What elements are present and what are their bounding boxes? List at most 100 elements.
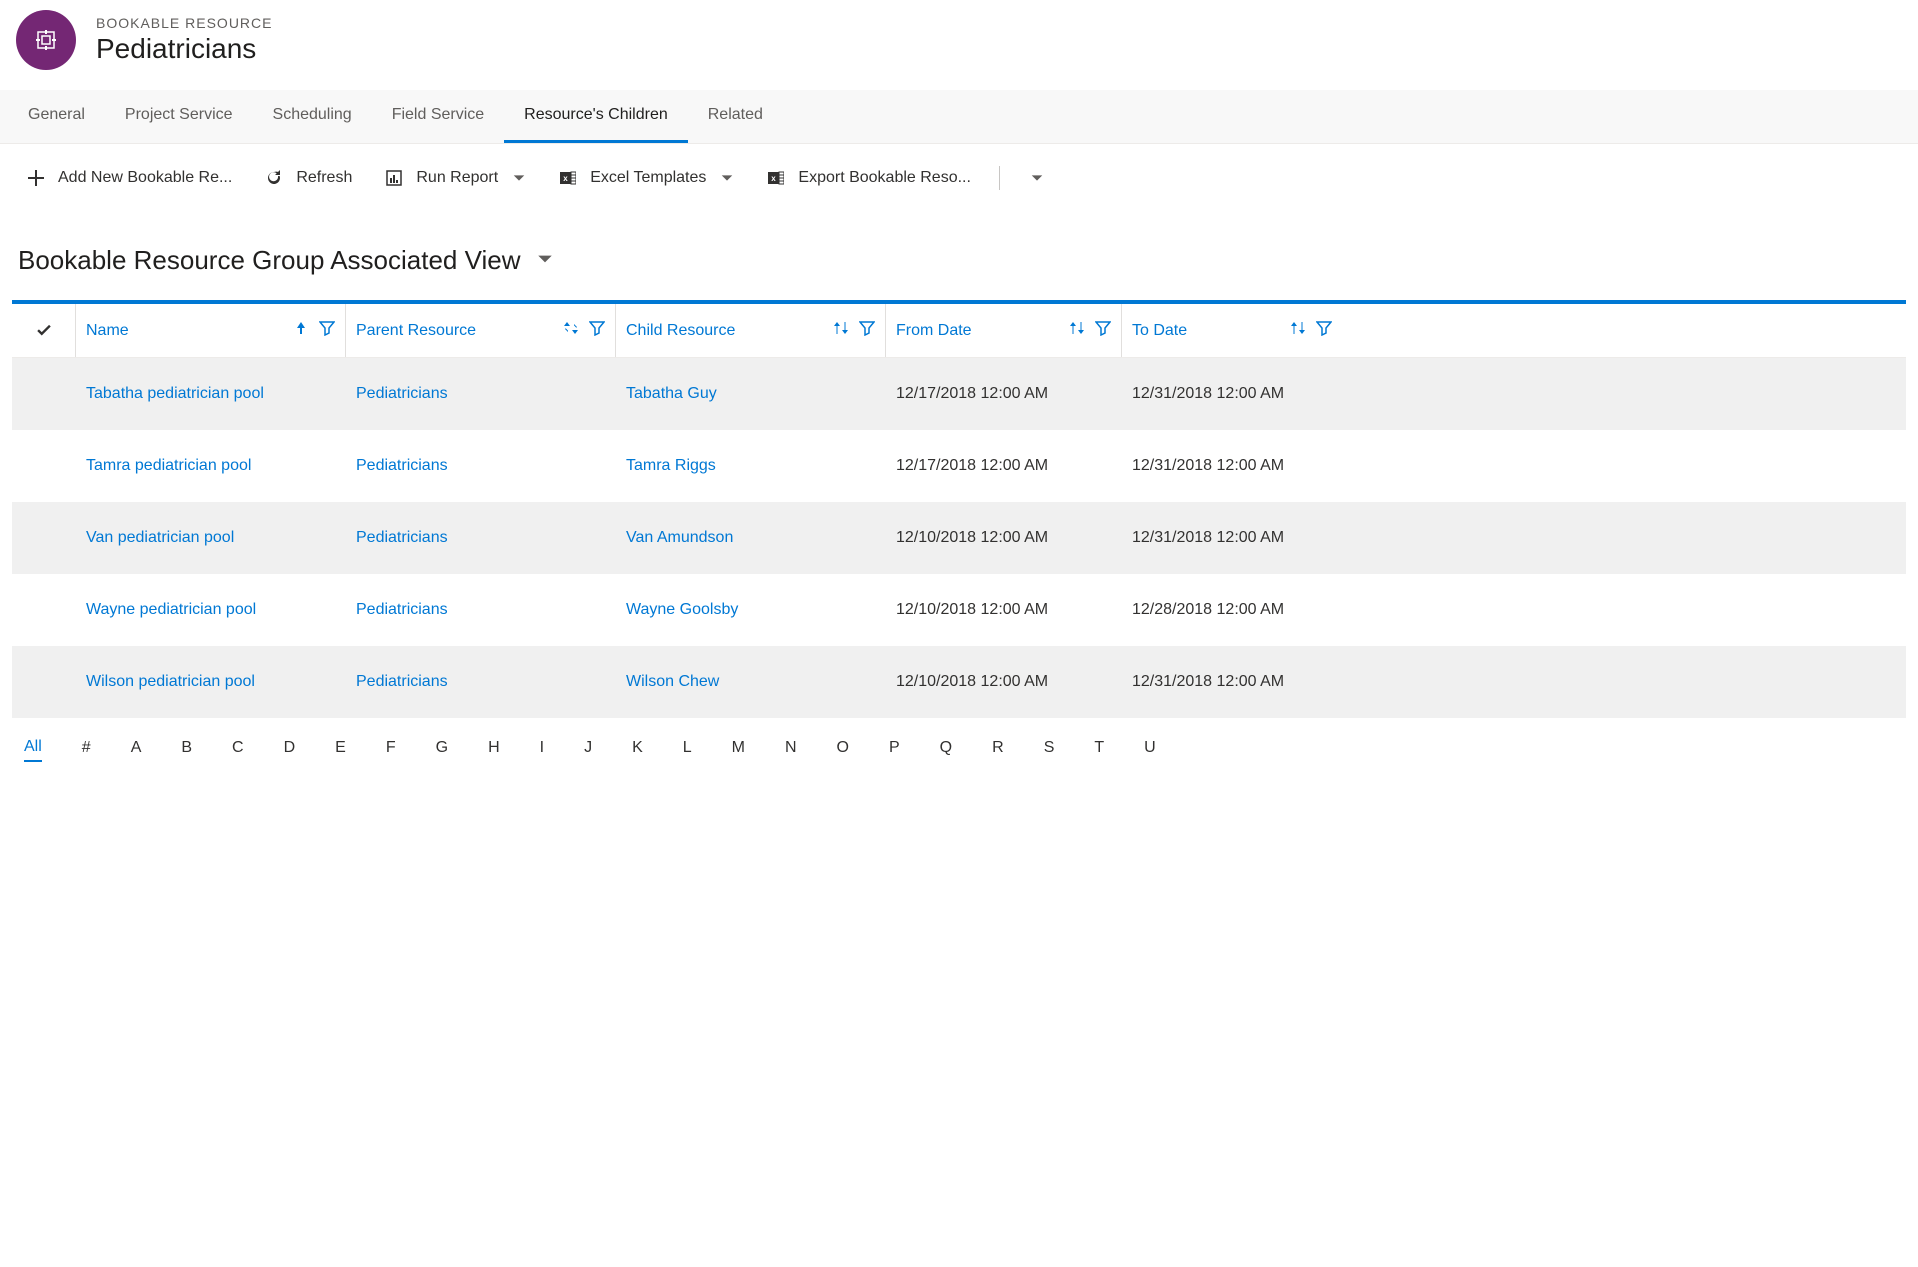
cell-parent-resource[interactable]: Pediatricians — [346, 673, 616, 691]
alpha-item[interactable]: S — [1044, 735, 1055, 761]
cell-child-resource[interactable]: Wayne Goolsby — [616, 601, 886, 619]
alpha-item[interactable]: C — [232, 735, 244, 761]
alpha-item[interactable]: J — [584, 735, 592, 761]
cell-child-resource[interactable]: Van Amundson — [616, 529, 886, 547]
chevron-down-icon — [536, 250, 554, 271]
record-header: BOOKABLE RESOURCE Pediatricians — [0, 0, 1918, 90]
alpha-item[interactable]: P — [889, 735, 900, 761]
filter-icon[interactable] — [1316, 320, 1332, 341]
excel-templates-label: Excel Templates — [590, 169, 706, 187]
table-row[interactable]: Wilson pediatrician pool Pediatricians W… — [12, 646, 1906, 718]
filter-icon[interactable] — [319, 320, 335, 341]
table-row[interactable]: Tamra pediatrician pool Pediatricians Ta… — [12, 430, 1906, 502]
toolbar-divider — [999, 166, 1000, 190]
column-header-from-date[interactable]: From Date — [886, 304, 1122, 357]
sort-asc-icon[interactable] — [293, 320, 309, 341]
sort-icon[interactable] — [1290, 320, 1306, 341]
overflow-button[interactable] — [1016, 163, 1056, 193]
alpha-item[interactable]: U — [1144, 735, 1156, 761]
alpha-item[interactable]: O — [837, 735, 849, 761]
column-header-name[interactable]: Name — [76, 304, 346, 357]
view-title: Bookable Resource Group Associated View — [18, 245, 520, 276]
column-label: From Date — [896, 322, 1059, 340]
refresh-icon — [264, 168, 284, 188]
cell-name[interactable]: Wilson pediatrician pool — [76, 673, 346, 691]
cell-to-date: 12/31/2018 12:00 AM — [1122, 385, 1342, 403]
column-header-to-date[interactable]: To Date — [1122, 304, 1342, 357]
svg-text:x: x — [563, 174, 568, 183]
alpha-item[interactable]: T — [1094, 735, 1104, 761]
sort-icon[interactable] — [833, 320, 849, 341]
cell-from-date: 12/10/2018 12:00 AM — [886, 601, 1122, 619]
cell-parent-resource[interactable]: Pediatricians — [346, 457, 616, 475]
cell-from-date: 12/17/2018 12:00 AM — [886, 457, 1122, 475]
cell-from-date: 12/10/2018 12:00 AM — [886, 673, 1122, 691]
add-new-button[interactable]: Add New Bookable Re... — [14, 160, 244, 196]
cell-child-resource[interactable]: Tamra Riggs — [616, 457, 886, 475]
filter-icon[interactable] — [589, 320, 605, 341]
tab-general[interactable]: General — [8, 90, 105, 143]
alpha-item[interactable]: D — [284, 735, 296, 761]
table-row[interactable]: Wayne pediatrician pool Pediatricians Wa… — [12, 574, 1906, 646]
alpha-item[interactable]: R — [992, 735, 1004, 761]
tab-field-service[interactable]: Field Service — [372, 90, 504, 143]
column-label: Name — [86, 322, 283, 340]
alpha-item[interactable]: All — [24, 734, 42, 762]
alpha-item[interactable]: Q — [940, 735, 952, 761]
table-row[interactable]: Van pediatrician pool Pediatricians Van … — [12, 502, 1906, 574]
excel-templates-button[interactable]: x Excel Templates — [546, 160, 746, 196]
report-icon — [384, 168, 404, 188]
alpha-item[interactable]: N — [785, 735, 797, 761]
column-label: To Date — [1132, 322, 1280, 340]
entity-icon — [16, 10, 76, 70]
tab-resources-children[interactable]: Resource's Children — [504, 90, 688, 143]
chevron-down-icon — [720, 171, 734, 185]
alpha-item[interactable]: # — [82, 735, 91, 761]
sort-icon[interactable] — [563, 320, 579, 341]
alpha-item[interactable]: F — [386, 735, 396, 761]
view-selector[interactable]: Bookable Resource Group Associated View — [0, 213, 1918, 300]
export-label: Export Bookable Reso... — [798, 169, 971, 187]
column-header-parent-resource[interactable]: Parent Resource — [346, 304, 616, 357]
cell-from-date: 12/10/2018 12:00 AM — [886, 529, 1122, 547]
tab-related[interactable]: Related — [688, 90, 783, 143]
sort-icon[interactable] — [1069, 320, 1085, 341]
excel-icon: x — [558, 168, 578, 188]
cell-name[interactable]: Tamra pediatrician pool — [76, 457, 346, 475]
entity-type-label: BOOKABLE RESOURCE — [96, 15, 273, 31]
cell-child-resource[interactable]: Wilson Chew — [616, 673, 886, 691]
cell-parent-resource[interactable]: Pediatricians — [346, 601, 616, 619]
export-button[interactable]: x Export Bookable Reso... — [754, 160, 983, 196]
select-all-checkbox[interactable] — [12, 304, 76, 357]
alpha-item[interactable]: H — [488, 735, 500, 761]
alpha-item[interactable]: L — [683, 735, 692, 761]
cell-name[interactable]: Wayne pediatrician pool — [76, 601, 346, 619]
alpha-item[interactable]: K — [632, 735, 643, 761]
alpha-item[interactable]: G — [436, 735, 448, 761]
column-header-child-resource[interactable]: Child Resource — [616, 304, 886, 357]
refresh-button[interactable]: Refresh — [252, 160, 364, 196]
cell-name[interactable]: Van pediatrician pool — [76, 529, 346, 547]
form-tabs: General Project Service Scheduling Field… — [0, 90, 1918, 144]
alpha-item[interactable]: A — [131, 735, 142, 761]
alpha-item[interactable]: B — [181, 735, 192, 761]
cell-parent-resource[interactable]: Pediatricians — [346, 529, 616, 547]
filter-icon[interactable] — [1095, 320, 1111, 341]
alpha-item[interactable]: I — [540, 735, 544, 761]
tab-scheduling[interactable]: Scheduling — [253, 90, 372, 143]
excel-icon: x — [766, 168, 786, 188]
cell-to-date: 12/31/2018 12:00 AM — [1122, 673, 1342, 691]
grid-body: Tabatha pediatrician pool Pediatricians … — [12, 358, 1906, 718]
header-text: BOOKABLE RESOURCE Pediatricians — [96, 15, 273, 65]
alpha-item[interactable]: E — [335, 735, 346, 761]
filter-icon[interactable] — [859, 320, 875, 341]
run-report-button[interactable]: Run Report — [372, 160, 538, 196]
cell-parent-resource[interactable]: Pediatricians — [346, 385, 616, 403]
add-new-label: Add New Bookable Re... — [58, 169, 232, 187]
alpha-item[interactable]: M — [732, 735, 745, 761]
cell-child-resource[interactable]: Tabatha Guy — [616, 385, 886, 403]
cell-name[interactable]: Tabatha pediatrician pool — [76, 385, 346, 403]
table-row[interactable]: Tabatha pediatrician pool Pediatricians … — [12, 358, 1906, 430]
chevron-down-icon — [512, 171, 526, 185]
tab-project-service[interactable]: Project Service — [105, 90, 253, 143]
